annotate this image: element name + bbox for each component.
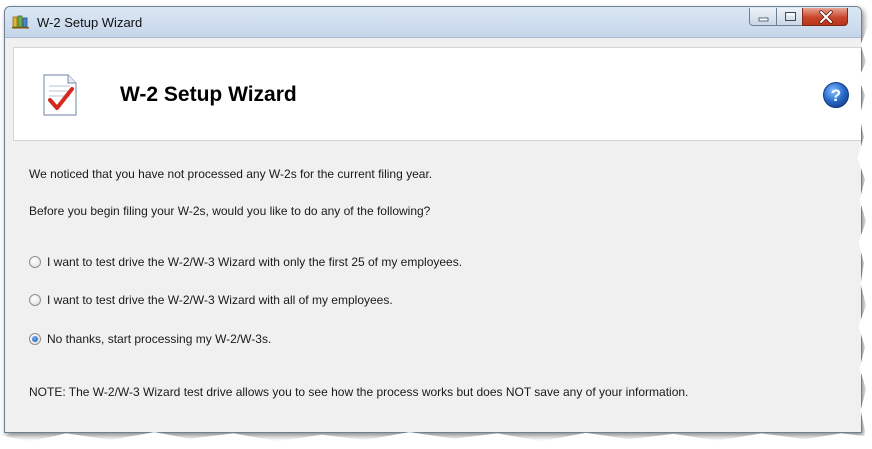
option-label: I want to test drive the W-2/W-3 Wizard … <box>47 255 462 269</box>
radio-button-selected[interactable] <box>29 333 41 345</box>
minimize-button[interactable] <box>749 8 777 26</box>
close-button[interactable] <box>802 8 848 26</box>
help-icon[interactable]: ? <box>822 81 850 109</box>
page-title: W-2 Setup Wizard <box>120 83 297 107</box>
title-bar[interactable]: W-2 Setup Wizard <box>5 7 861 38</box>
minimize-icon <box>750 8 778 26</box>
note-text: NOTE: The W-2/W-3 Wizard test drive allo… <box>29 385 688 399</box>
option-label: I want to test drive the W-2/W-3 Wizard … <box>47 293 393 307</box>
radio-button[interactable] <box>29 256 41 268</box>
intro-text-1: We noticed that you have not processed a… <box>29 167 432 181</box>
maximize-button[interactable] <box>776 8 803 26</box>
option-label: No thanks, start processing my W-2/W-3s. <box>47 332 271 346</box>
svg-text:?: ? <box>831 86 841 105</box>
app-icon <box>12 15 30 29</box>
window-title: W-2 Setup Wizard <box>37 15 142 30</box>
option-test-drive-first-25[interactable]: I want to test drive the W-2/W-3 Wizard … <box>29 254 462 270</box>
radio-button[interactable] <box>29 294 41 306</box>
close-icon <box>803 8 849 26</box>
wizard-header: W-2 Setup Wizard ? <box>13 47 862 141</box>
option-start-processing[interactable]: No thanks, start processing my W-2/W-3s. <box>29 331 271 347</box>
intro-text-2: Before you begin filing your W-2s, would… <box>29 204 430 218</box>
wizard-window: W-2 Setup Wizard W- <box>4 6 862 433</box>
option-test-drive-all[interactable]: I want to test drive the W-2/W-3 Wizard … <box>29 292 393 308</box>
maximize-icon <box>777 8 804 26</box>
document-checkmark-icon <box>42 74 78 116</box>
